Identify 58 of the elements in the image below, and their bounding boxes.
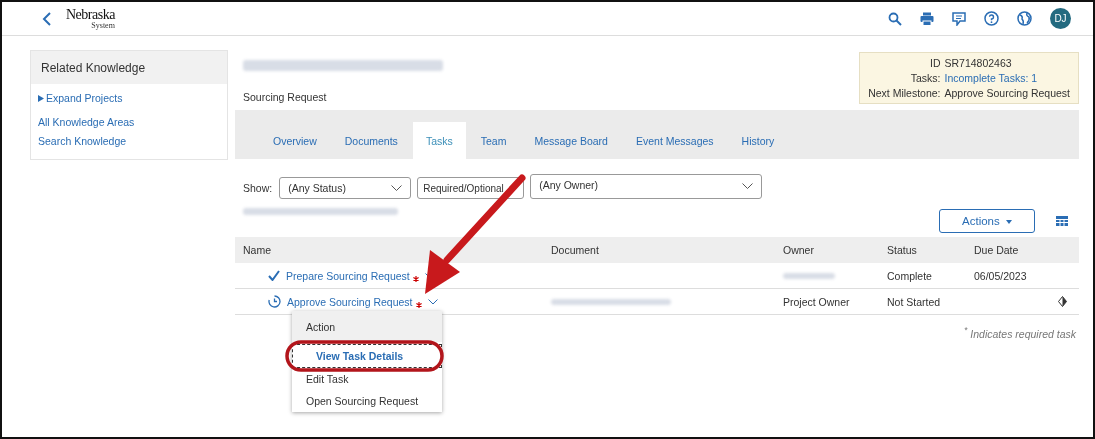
logo-subtext: System (91, 21, 115, 30)
filter-dropdown[interactable]: Required/Optional (417, 177, 525, 199)
tab[interactable]: Message Board (521, 122, 621, 159)
column-header: Owner (782, 244, 815, 256)
checkmark-icon (268, 270, 280, 281)
table-cell-text: Not Started (886, 295, 942, 308)
back-icon[interactable] (42, 10, 52, 27)
tasks-link[interactable]: Incomplete Tasks: 1 (944, 72, 1070, 84)
printer-icon[interactable] (920, 11, 934, 26)
clock-icon (268, 295, 281, 308)
logo-text: Nebraska (66, 7, 115, 22)
column-header: Status (886, 244, 918, 256)
summary-label: Tasks: (909, 72, 941, 84)
task-link[interactable]: Approve Sourcing Request (287, 295, 413, 308)
actions-button[interactable]: Actions (939, 209, 1035, 233)
caret-icon (1005, 219, 1012, 224)
expand-triangle-icon (38, 95, 44, 102)
summary-value: Approve Sourcing Request (944, 87, 1070, 99)
column-header: Name (242, 244, 272, 256)
menu-item[interactable]: Open Sourcing Request (292, 390, 442, 412)
tab[interactable]: Team (467, 122, 520, 159)
tab[interactable]: Overview (260, 122, 330, 159)
sidebar-link[interactable]: Search Knowledge (38, 135, 227, 147)
filter-dropdown[interactable]: (Any Owner) (530, 173, 763, 199)
document-subtitle: Sourcing Request (243, 91, 328, 103)
table-settings-icon[interactable] (1056, 216, 1068, 226)
task-link[interactable]: Prepare Sourcing Request (286, 269, 410, 282)
chat-icon[interactable] (952, 11, 966, 26)
table-cell: Project Owner (783, 295, 850, 308)
search-icon[interactable] (888, 11, 902, 26)
globe-icon[interactable] (1017, 11, 1032, 26)
tab[interactable]: Documents (331, 122, 411, 159)
summary-label: Next Milestone: (868, 87, 941, 99)
menu-item[interactable]: View Task Details (292, 344, 442, 368)
redacted-text (783, 272, 835, 279)
summary-value: SR714802463 (944, 57, 1013, 69)
user-avatar[interactable]: DJ (1050, 8, 1071, 29)
diamond-icon (1058, 296, 1067, 307)
sidebar-link[interactable]: All Knowledge Areas (38, 116, 227, 128)
menu-item[interactable]: Edit Task (292, 368, 442, 390)
filter-dropdown[interactable]: (Any Status) (279, 177, 412, 199)
tab[interactable]: Event Messages (622, 122, 727, 159)
summary-label: ID (929, 57, 941, 69)
footnote-text: $^{*}$ Indicates required task (964, 325, 1076, 340)
menu-title: Action (292, 311, 442, 342)
column-header: Due Date (973, 244, 1020, 256)
table-cell-text: Complete (886, 269, 933, 282)
filter-label: Show: (243, 182, 273, 194)
tab[interactable]: History (728, 122, 788, 159)
chevron-down-icon (742, 182, 754, 189)
chevron-down-icon (391, 185, 403, 191)
chevron-down-icon[interactable] (427, 298, 438, 305)
sidebar-title: Related Knowledge (31, 51, 227, 84)
help-icon[interactable] (984, 11, 999, 26)
table-cell: 06/05/2023 (974, 269, 1027, 282)
sidebar-link[interactable]: Expand Projects (38, 92, 227, 104)
column-header: Document (550, 244, 600, 256)
tab[interactable]: Tasks (412, 122, 466, 159)
